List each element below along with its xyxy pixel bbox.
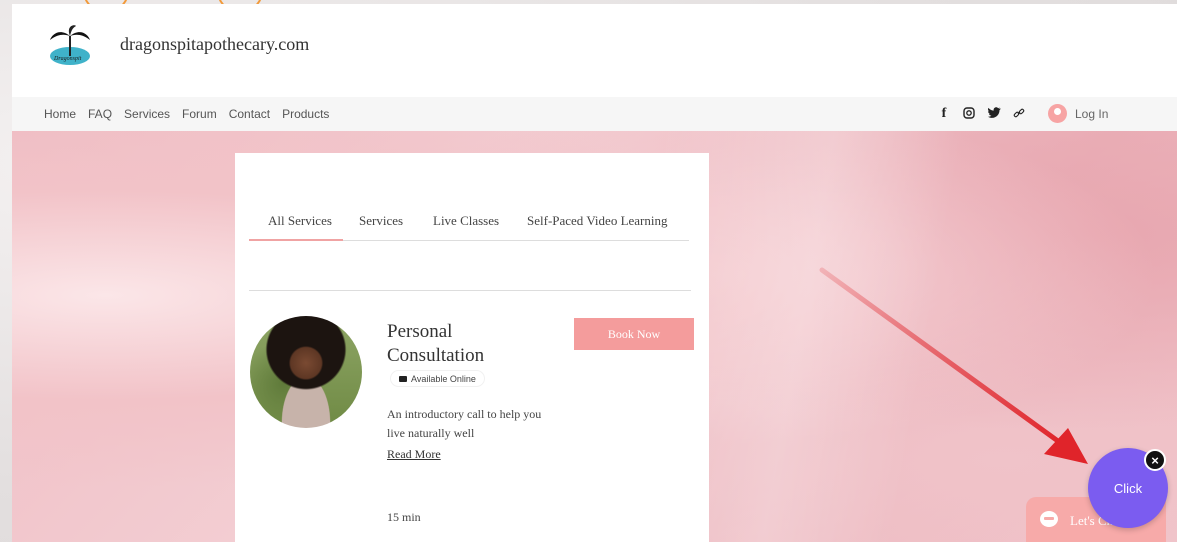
twitter-icon[interactable]: [987, 107, 1001, 121]
availability-badge: Available Online: [391, 371, 484, 386]
book-now-button[interactable]: Book Now: [574, 318, 694, 350]
social-links: f: [937, 106, 1026, 122]
tab-live-classes[interactable]: Live Classes: [433, 213, 499, 229]
nav-contact[interactable]: Contact: [229, 107, 270, 121]
service-photo: [250, 316, 362, 428]
nav-faq[interactable]: FAQ: [88, 107, 112, 121]
tab-all-services[interactable]: All Services: [268, 213, 332, 229]
video-camera-icon: [399, 375, 407, 382]
read-more-link[interactable]: Read More: [387, 447, 441, 462]
logo-text: Dragonspit: [53, 56, 82, 62]
login-button[interactable]: Log In: [1048, 104, 1108, 123]
annotation-arrow-icon: [819, 267, 1088, 464]
link-icon[interactable]: [1012, 107, 1026, 122]
tab-services[interactable]: Services: [359, 213, 403, 229]
tab-self-paced-video-learning[interactable]: Self-Paced Video Learning: [527, 213, 668, 229]
chat-bubble-icon: [1040, 511, 1058, 527]
active-tab-indicator: [249, 239, 343, 241]
site-header: Dragonspit dragonspitapothecary.com: [12, 4, 1177, 97]
instagram-icon[interactable]: [962, 106, 976, 122]
logo-icon[interactable]: Dragonspit: [46, 22, 94, 68]
website: Dragonspit dragonspitapothecary.com Home…: [12, 4, 1177, 542]
nav-products[interactable]: Products: [282, 107, 329, 121]
availability-label: Available Online: [411, 373, 476, 384]
close-icon[interactable]: ×: [1144, 449, 1166, 471]
nav-forum[interactable]: Forum: [182, 107, 217, 121]
nav-links: Home FAQ Services Forum Contact Products: [44, 107, 341, 121]
service-duration: 15 min: [387, 510, 421, 524]
main-nav: Home FAQ Services Forum Contact Products…: [12, 97, 1177, 131]
service-tabs: All Services Services Live Classes Self-…: [249, 213, 689, 241]
nav-services[interactable]: Services: [124, 107, 170, 121]
facebook-icon[interactable]: f: [937, 106, 951, 122]
login-label: Log In: [1075, 106, 1109, 121]
services-card: All Services Services Live Classes Self-…: [235, 153, 709, 542]
avatar-icon: [1048, 104, 1067, 123]
divider: [249, 290, 691, 291]
service-description: An introductory call to help you live na…: [387, 407, 542, 440]
site-name[interactable]: dragonspitapothecary.com: [120, 34, 309, 55]
service-title[interactable]: Personal Consultation: [387, 320, 547, 368]
nav-home[interactable]: Home: [44, 107, 76, 121]
